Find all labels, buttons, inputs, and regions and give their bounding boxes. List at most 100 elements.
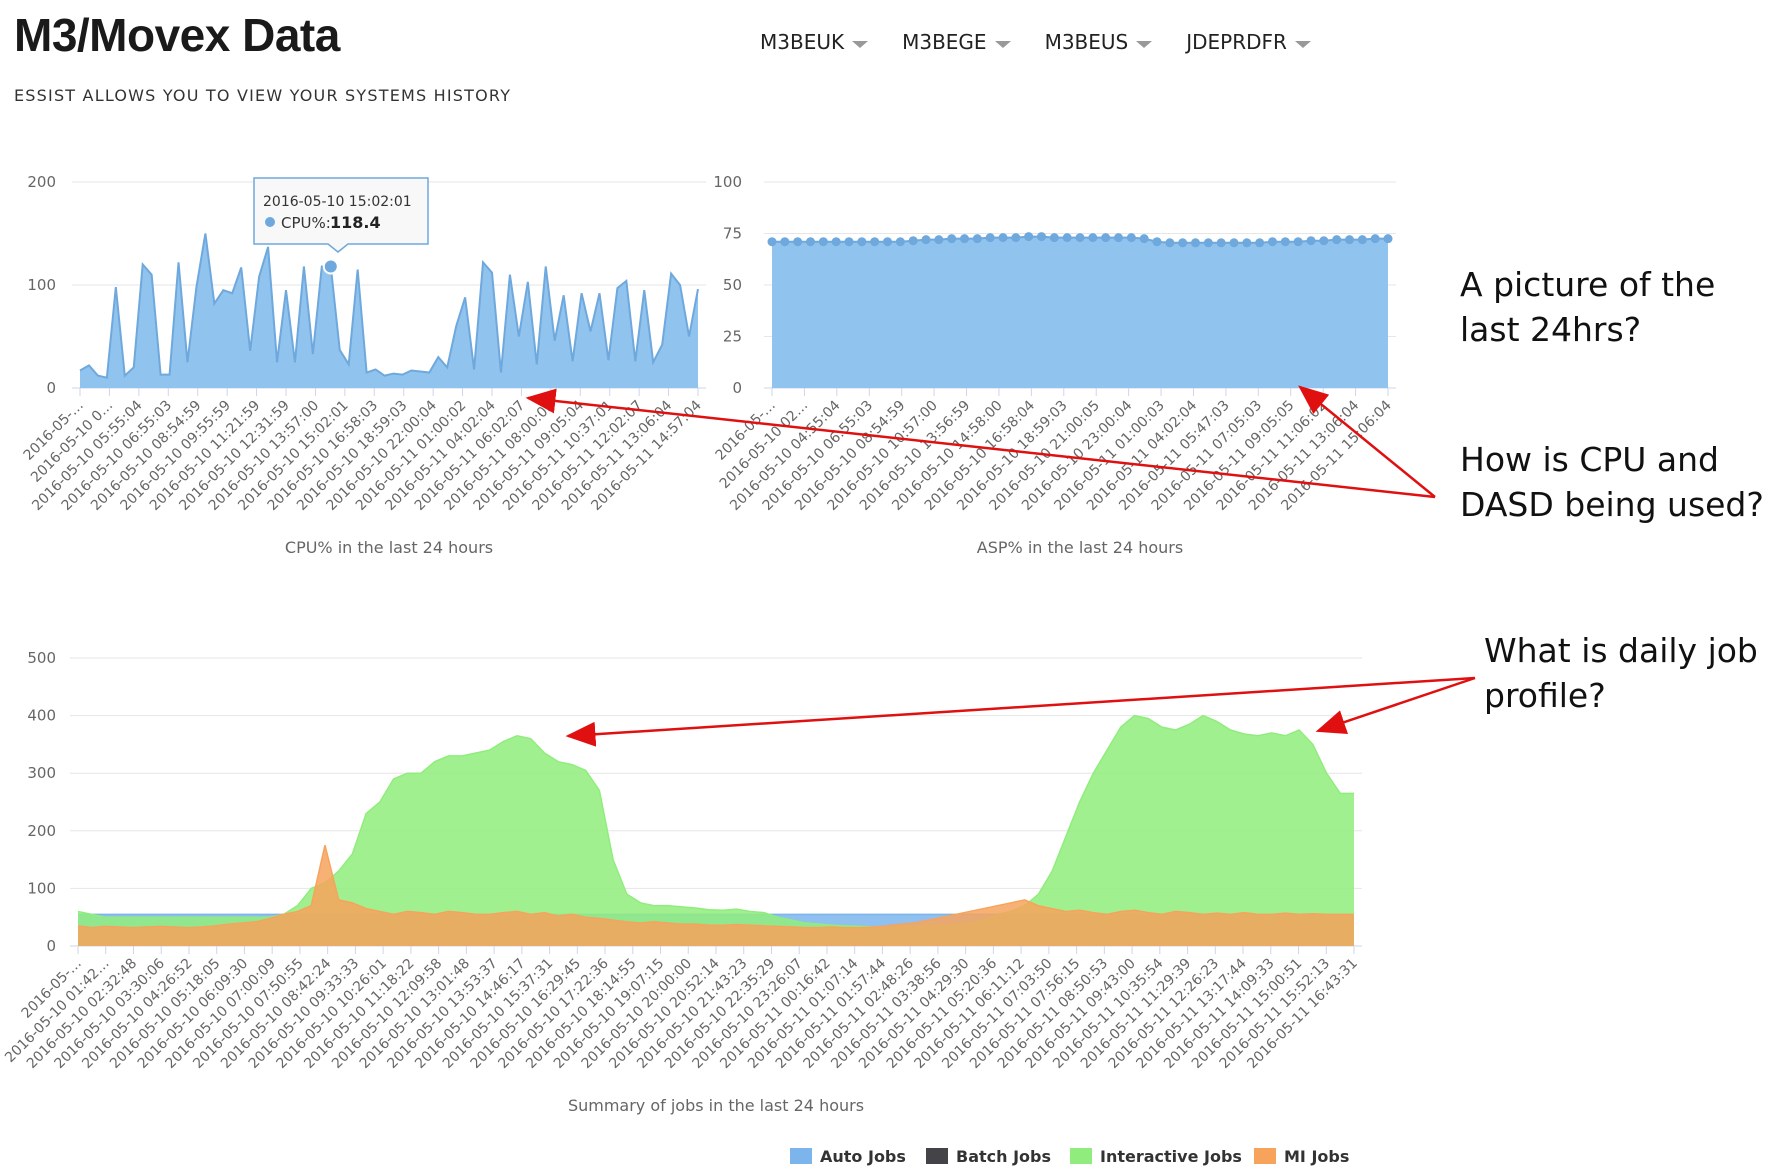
data-point bbox=[1152, 237, 1162, 247]
data-point bbox=[921, 235, 931, 245]
legend-label: Auto Jobs bbox=[820, 1147, 906, 1166]
data-point bbox=[1126, 233, 1136, 243]
charts-canvas: 01002002016-05-…2016-05-10 0…2016-05-10 … bbox=[2, 173, 1476, 1166]
callout-line: A picture of the bbox=[1460, 265, 1716, 304]
tooltip-label: 2016-05-10 15:02:01 bbox=[263, 194, 412, 210]
y-tick-label: 500 bbox=[27, 649, 56, 667]
data-point bbox=[1203, 238, 1213, 248]
data-point bbox=[947, 234, 957, 244]
data-point bbox=[844, 237, 854, 247]
data-point bbox=[1088, 233, 1098, 243]
data-point bbox=[1139, 234, 1149, 244]
y-tick-label: 100 bbox=[713, 173, 742, 191]
legend-swatch bbox=[926, 1148, 948, 1164]
chart-title: ASP% in the last 24 hours bbox=[977, 538, 1183, 557]
y-tick-label: 0 bbox=[46, 379, 56, 397]
data-point bbox=[1011, 233, 1021, 243]
legend-item: Batch Jobs bbox=[926, 1147, 1051, 1166]
data-point bbox=[831, 237, 841, 247]
data-point bbox=[1357, 235, 1367, 245]
annotation-arrow bbox=[565, 676, 1476, 747]
data-point bbox=[895, 237, 905, 247]
data-point bbox=[1165, 238, 1175, 248]
data-point bbox=[883, 237, 892, 247]
y-tick-label: 400 bbox=[27, 707, 56, 725]
data-point bbox=[972, 234, 982, 244]
data-point bbox=[998, 233, 1008, 243]
data-point bbox=[1229, 238, 1239, 248]
data-point bbox=[1345, 235, 1354, 245]
callout-last-24hrs: A picture of the last 24hrs? bbox=[1460, 262, 1715, 352]
data-point bbox=[908, 236, 918, 246]
legend-item: Interactive Jobs bbox=[1070, 1147, 1242, 1166]
data-point bbox=[1049, 233, 1059, 243]
data-point bbox=[780, 237, 790, 247]
data-point bbox=[818, 237, 828, 247]
data-point bbox=[1191, 238, 1200, 248]
legend-label: Interactive Jobs bbox=[1100, 1147, 1242, 1166]
tooltip: 2016-05-10 15:02:01 CPU%: 118.4 bbox=[253, 177, 429, 253]
data-point bbox=[806, 237, 815, 247]
data-point bbox=[1178, 238, 1188, 248]
chart-1: 02550751002016-05-…2016-05-10 02…2016-05… bbox=[713, 173, 1396, 557]
tooltip-marker bbox=[265, 217, 275, 227]
data-point bbox=[1332, 235, 1342, 245]
y-tick-label: 25 bbox=[723, 328, 742, 346]
data-point bbox=[1306, 236, 1316, 246]
callout-job-profile: What is daily job profile? bbox=[1484, 628, 1758, 718]
data-point bbox=[857, 237, 867, 247]
series-area bbox=[772, 236, 1388, 388]
legend-item: Auto Jobs bbox=[790, 1147, 906, 1166]
y-tick-label: 50 bbox=[723, 276, 742, 294]
data-point bbox=[1114, 233, 1123, 243]
tooltip-series: CPU%: bbox=[281, 214, 331, 232]
y-tick-label: 200 bbox=[27, 822, 56, 840]
data-point bbox=[1280, 237, 1290, 247]
data-point bbox=[1024, 232, 1034, 242]
hover-point bbox=[322, 258, 339, 275]
data-point bbox=[1383, 234, 1393, 244]
legend-swatch bbox=[1070, 1148, 1092, 1164]
data-point bbox=[1319, 236, 1329, 246]
data-point bbox=[1037, 232, 1046, 242]
data-point bbox=[934, 235, 944, 245]
y-tick-label: 75 bbox=[723, 225, 742, 243]
legend-label: MI Jobs bbox=[1284, 1147, 1349, 1166]
data-point bbox=[793, 237, 803, 247]
chart-2: 01002003004005002016-05-…2016-05-10 01:4… bbox=[2, 649, 1362, 1115]
data-point bbox=[870, 237, 880, 247]
series-area bbox=[80, 233, 698, 388]
callout-line: profile? bbox=[1484, 676, 1606, 715]
y-tick-label: 200 bbox=[27, 173, 56, 191]
legend-label: Batch Jobs bbox=[956, 1147, 1051, 1166]
data-point bbox=[1255, 238, 1265, 248]
data-point bbox=[1075, 233, 1085, 243]
data-point bbox=[767, 237, 777, 247]
data-point bbox=[985, 233, 995, 243]
y-tick-label: 300 bbox=[27, 764, 56, 782]
callout-line: DASD being used? bbox=[1460, 485, 1764, 524]
legend-swatch bbox=[1254, 1148, 1276, 1164]
data-point bbox=[1216, 238, 1226, 248]
chart-title: Summary of jobs in the last 24 hours bbox=[568, 1096, 864, 1115]
data-point bbox=[1062, 233, 1072, 243]
data-point bbox=[1293, 237, 1303, 247]
y-tick-label: 0 bbox=[46, 937, 56, 955]
y-tick-label: 0 bbox=[732, 379, 742, 397]
data-point bbox=[1101, 233, 1111, 243]
legend: Auto Jobs Batch Jobs Interactive Jobs MI Jo… bbox=[790, 1147, 1349, 1166]
y-tick-label: 100 bbox=[27, 879, 56, 897]
callout-line: How is CPU and bbox=[1460, 440, 1720, 479]
data-point bbox=[960, 234, 969, 244]
y-tick-label: 100 bbox=[27, 276, 56, 294]
callout-cpu-dasd: How is CPU and DASD being used? bbox=[1460, 437, 1764, 527]
data-point bbox=[1242, 238, 1252, 248]
legend-swatch bbox=[790, 1148, 812, 1164]
callout-line: last 24hrs? bbox=[1460, 310, 1642, 349]
tooltip-value: 118.4 bbox=[330, 213, 381, 232]
callout-line: What is daily job bbox=[1484, 631, 1758, 670]
legend-item: MI Jobs bbox=[1254, 1147, 1349, 1166]
data-point bbox=[1370, 234, 1380, 244]
data-point bbox=[1268, 237, 1277, 247]
chart-title: CPU% in the last 24 hours bbox=[285, 538, 493, 557]
